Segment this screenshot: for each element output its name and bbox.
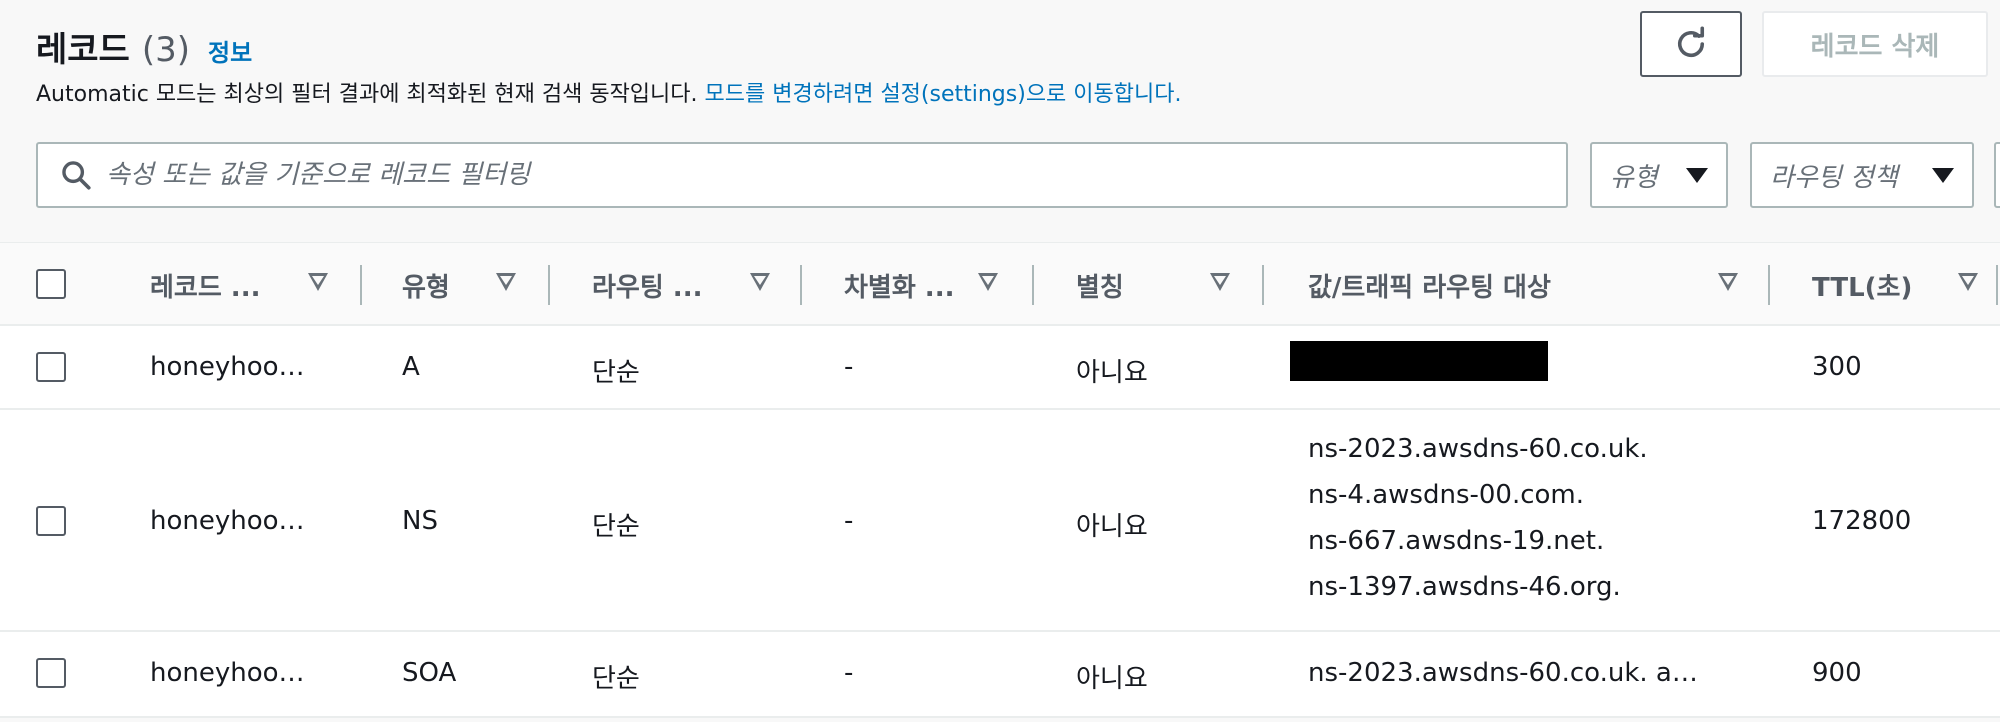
search-box[interactable] — [36, 142, 1568, 208]
sort-icon[interactable] — [1958, 273, 1978, 291]
refresh-button[interactable] — [1640, 11, 1742, 77]
type-filter-label: 유형 — [1610, 162, 1658, 193]
column-label: 라우팅 ... — [592, 272, 703, 303]
table-header: 레코드 ... 유형 라우팅 ... 차별화 ... 별칭 값/트래픽 라우팅 … — [0, 242, 2000, 326]
column-label: 유형 — [402, 272, 450, 303]
column-header-routing[interactable]: 라우팅 ... — [592, 243, 800, 327]
sort-icon[interactable] — [308, 273, 328, 291]
refresh-icon — [1677, 26, 1705, 58]
column-header-record-name[interactable]: 레코드 ... — [150, 243, 362, 327]
column-label: 차별화 ... — [844, 272, 955, 303]
page-title: 레코드 — [36, 30, 130, 70]
select-all-checkbox[interactable] — [36, 269, 66, 299]
sort-icon[interactable] — [1718, 273, 1738, 291]
value-cell: ns-2023.awsdns-60.co.uk. ns-4.awsdns-00.… — [1308, 426, 1648, 610]
table-row[interactable]: honeyhoo… SOA 단순 - 아니요 ns-2023.awsdns-60… — [0, 632, 2000, 718]
ttl-cell: 900 — [1812, 658, 1862, 688]
value-line: ns-2023.awsdns-60.co.uk. — [1308, 434, 1648, 464]
sort-icon[interactable] — [1210, 273, 1230, 291]
column-header-ttl[interactable]: TTL(초) — [1812, 243, 1992, 327]
table-row[interactable]: honeyhoo… NS 단순 - 아니요 ns-2023.awsdns-60.… — [0, 410, 2000, 632]
record-name-cell[interactable]: honeyhoo… — [150, 506, 305, 536]
alias-cell: 아니요 — [1076, 512, 1148, 542]
redacted-value — [1290, 341, 1548, 381]
value-line: ns-1397.awsdns-46.org. — [1308, 572, 1621, 602]
row-checkbox[interactable] — [36, 658, 66, 688]
column-divider[interactable] — [548, 265, 550, 305]
type-filter-dropdown[interactable]: 유형 — [1590, 142, 1728, 208]
delete-record-button[interactable]: 레코드 삭제 — [1762, 11, 1988, 77]
differentiator-cell: - — [844, 658, 854, 688]
record-name-cell[interactable]: honeyhoo… — [150, 352, 305, 382]
caret-down-icon — [1686, 167, 1708, 183]
value-line: ns-667.awsdns-19.net. — [1308, 526, 1605, 556]
caret-down-icon — [1932, 167, 1954, 183]
column-label: 레코드 ... — [150, 272, 261, 303]
column-divider[interactable] — [360, 265, 362, 305]
column-label: 별칭 — [1076, 272, 1124, 303]
settings-link[interactable]: 모드를 변경하려면 설정(settings)으로 이동합니다. — [705, 82, 1182, 107]
column-divider[interactable] — [1996, 265, 1998, 305]
search-icon — [46, 158, 106, 192]
info-link[interactable]: 정보 — [208, 33, 252, 68]
type-cell: NS — [402, 506, 438, 536]
record-count: (3) — [141, 30, 191, 70]
column-divider[interactable] — [1768, 265, 1770, 305]
routing-cell: 단순 — [592, 512, 640, 542]
ttl-cell: 172800 — [1812, 506, 1912, 536]
record-name-cell[interactable]: honeyhoo… — [150, 658, 305, 688]
routing-cell: 단순 — [592, 664, 640, 694]
value-cell: ns-2023.awsdns-60.co.uk. a… — [1308, 658, 1698, 688]
value-line: ns-4.awsdns-00.com. — [1308, 480, 1585, 510]
ttl-cell: 300 — [1812, 352, 1862, 382]
type-cell: SOA — [402, 658, 457, 688]
routing-filter-dropdown[interactable]: 라우팅 정책 — [1750, 142, 1974, 208]
column-header-value[interactable]: 값/트래픽 라우팅 대상 — [1308, 243, 1738, 327]
column-divider[interactable] — [1032, 265, 1034, 305]
column-label: 값/트래픽 라우팅 대상 — [1308, 272, 1551, 303]
column-divider[interactable] — [800, 265, 802, 305]
column-divider[interactable] — [1262, 265, 1264, 305]
sort-icon[interactable] — [978, 273, 998, 291]
column-header-differentiator[interactable]: 차별화 ... — [844, 243, 1030, 327]
row-checkbox[interactable] — [36, 506, 66, 536]
row-checkbox[interactable] — [36, 352, 66, 382]
table-row[interactable]: honeyhoo… A 단순 - 아니요 300 — [0, 326, 2000, 410]
search-input[interactable] — [106, 160, 1506, 190]
search-mode-description: Automatic 모드는 최상의 필터 결과에 최적화된 현재 검색 동작입니… — [36, 76, 1181, 108]
alias-cell: 아니요 — [1076, 664, 1148, 694]
more-filter-dropdown[interactable] — [1994, 142, 2000, 208]
records-table: 레코드 ... 유형 라우팅 ... 차별화 ... 별칭 값/트래픽 라우팅 … — [0, 242, 2000, 718]
column-header-alias[interactable]: 별칭 — [1076, 243, 1264, 327]
column-label: TTL(초) — [1812, 272, 1913, 303]
page-header: 레코드 (3) 정보 — [36, 22, 252, 71]
routing-cell: 단순 — [592, 358, 640, 388]
column-header-type[interactable]: 유형 — [402, 243, 550, 327]
type-cell: A — [402, 352, 420, 382]
sort-icon[interactable] — [496, 273, 516, 291]
differentiator-cell: - — [844, 506, 854, 536]
routing-filter-label: 라우팅 정책 — [1770, 162, 1898, 193]
sort-icon[interactable] — [750, 273, 770, 291]
description-text: Automatic 모드는 최상의 필터 결과에 최적화된 현재 검색 동작입니… — [36, 82, 698, 107]
alias-cell: 아니요 — [1076, 358, 1148, 388]
differentiator-cell: - — [844, 352, 854, 382]
